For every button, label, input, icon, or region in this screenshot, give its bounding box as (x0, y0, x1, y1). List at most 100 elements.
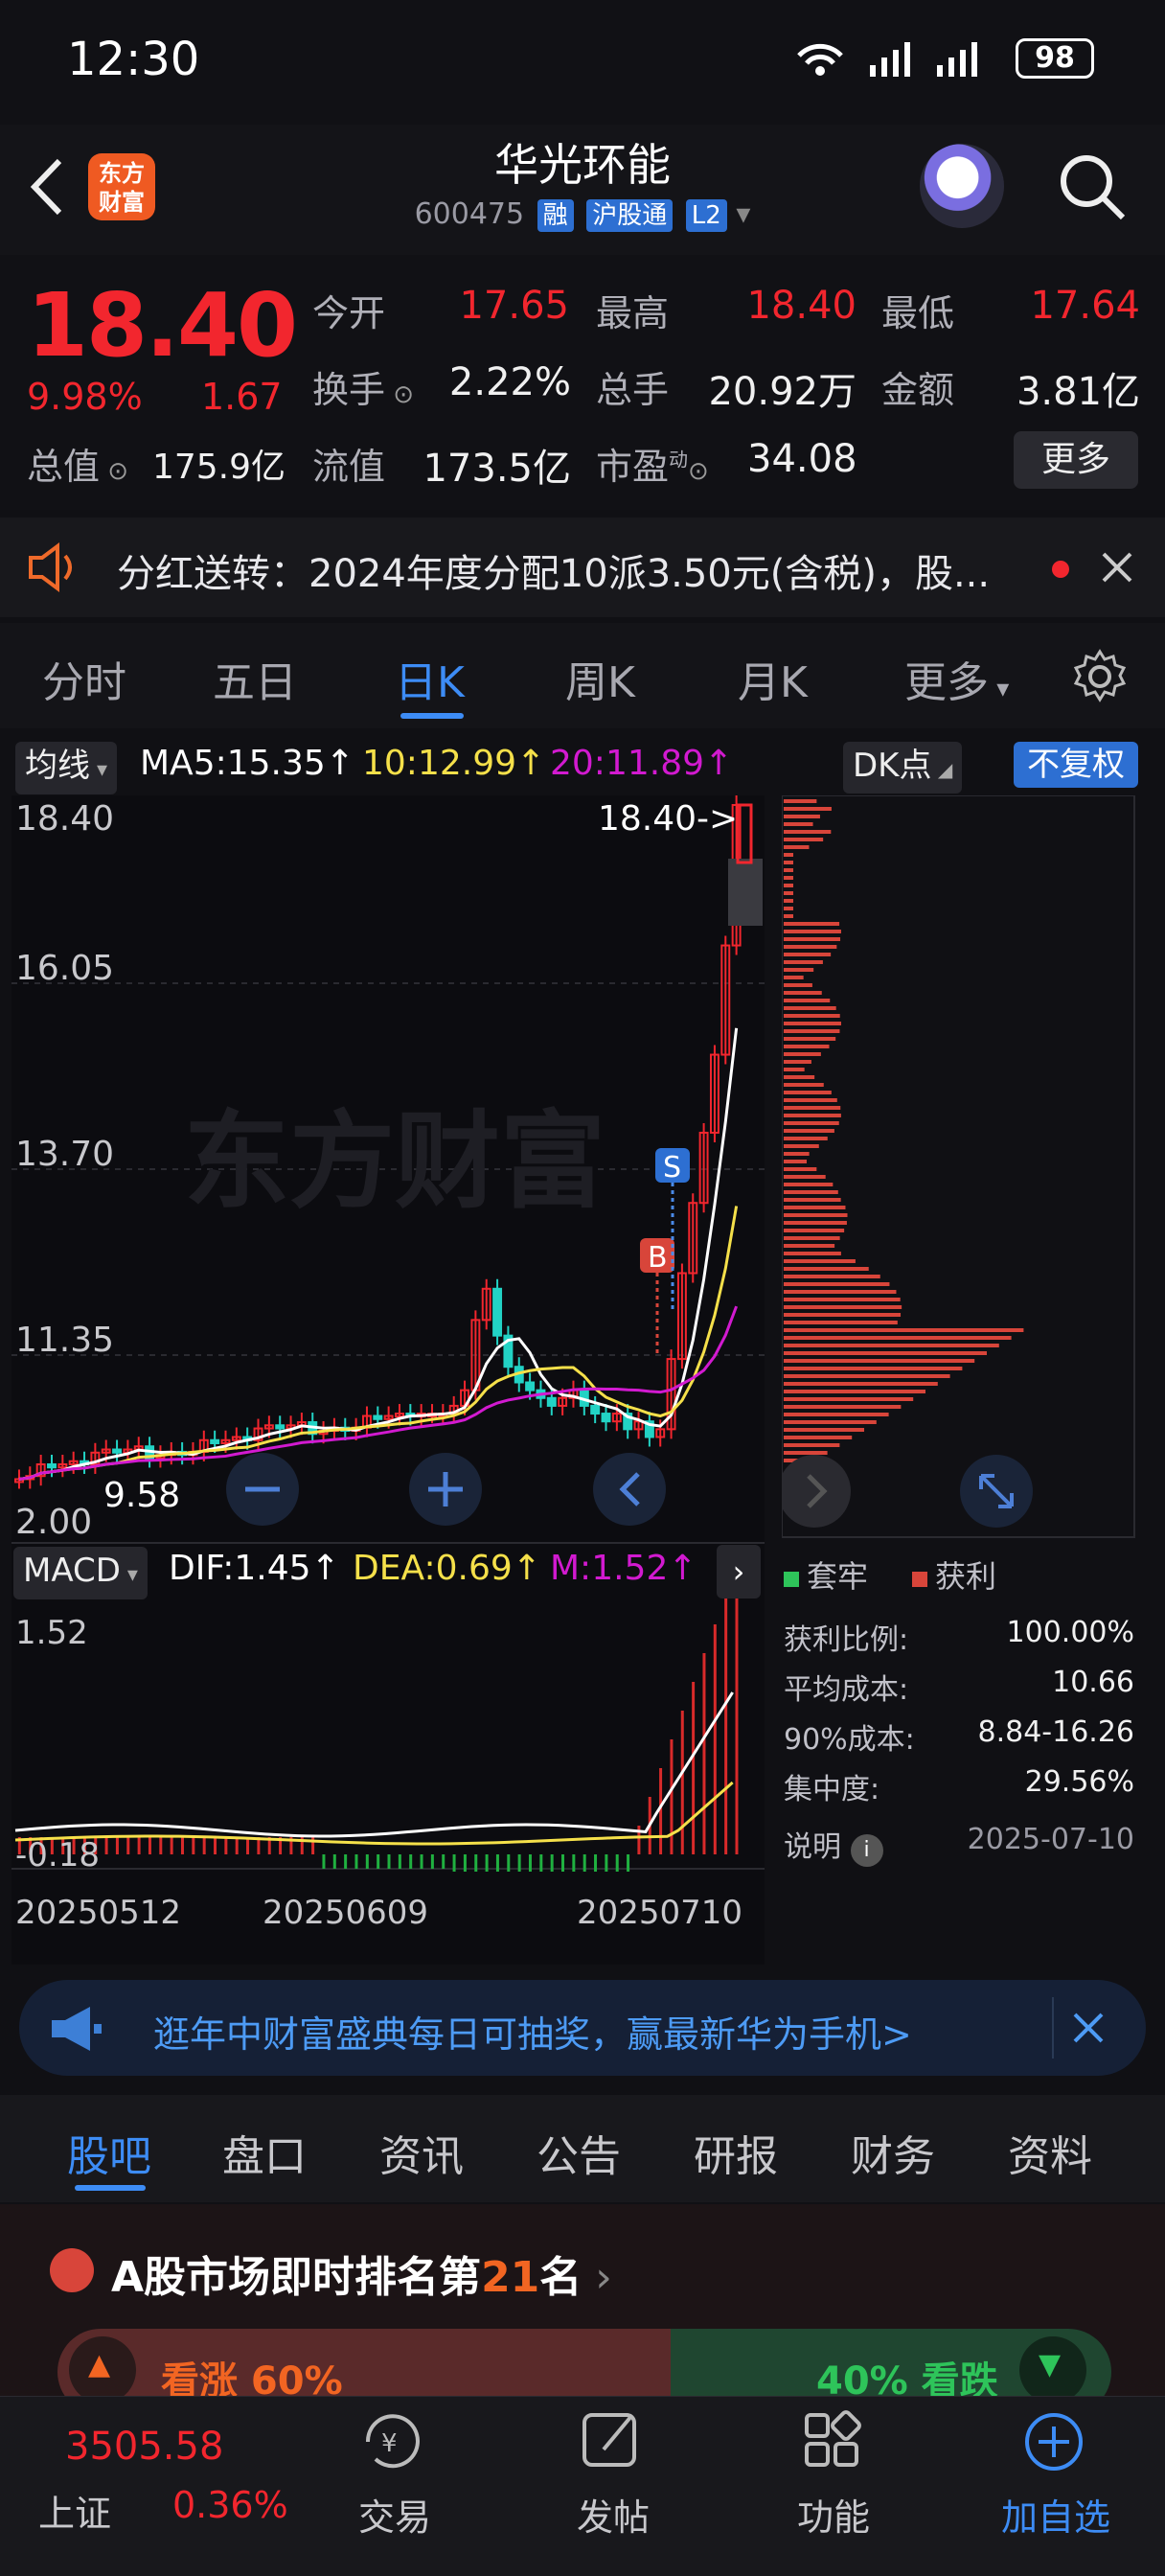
trade-icon[interactable]: ¥ (354, 2407, 431, 2474)
no-adjust-toggle[interactable]: 不复权 (1014, 742, 1138, 788)
tab-orderbook[interactable]: 盘口 (222, 2122, 307, 2183)
tab-financials[interactable]: 财务 (851, 2122, 935, 2183)
tab-news[interactable]: 资讯 (379, 2122, 464, 2183)
nav-functions[interactable]: 功能 (757, 2488, 910, 2541)
index-value[interactable]: 3505.58 (65, 2425, 223, 2469)
chip-distribution[interactable] (782, 795, 1136, 1539)
chip-bar (784, 1183, 834, 1186)
chip-expand-left-button (782, 1455, 851, 1528)
current-price-band (728, 859, 763, 926)
last-price-pointer: 18.40-> (598, 799, 739, 839)
tab-monthly-k[interactable]: 月K (738, 648, 808, 709)
legend-trapped: 套牢 (784, 1552, 868, 1597)
change-percent: 9.98% (27, 376, 143, 418)
rank-text[interactable]: A股市场即时排名第21名 › (111, 2242, 612, 2304)
chip-bar (784, 891, 793, 895)
chip-bar (784, 991, 822, 995)
chip-bar (784, 1106, 841, 1110)
chip-bar (784, 1359, 975, 1363)
chip-bar (784, 1267, 869, 1271)
chip-bar (784, 830, 832, 834)
sell-marker: S (663, 1151, 681, 1184)
functions-grid-icon[interactable] (795, 2407, 872, 2474)
kline-svg[interactable]: 东方财富 B S (11, 795, 765, 1965)
tab-weekly-k[interactable]: 周K (565, 648, 635, 709)
tag-l2: L2 (685, 199, 727, 232)
macd-next-button[interactable]: › (717, 1545, 761, 1598)
date-label-end: 20250710 (577, 1894, 743, 1932)
chip-bar (784, 1390, 925, 1393)
nav-trade[interactable]: 交易 (318, 2488, 471, 2541)
nav-post[interactable]: 发帖 (537, 2488, 690, 2541)
more-quote-button[interactable]: 更多 (1014, 431, 1138, 489)
arrow-up-icon: ▲ (88, 2348, 111, 2381)
candle-body (210, 1438, 220, 1445)
chip-bar (784, 1405, 902, 1409)
ma-selector[interactable]: 均线 ▾ (15, 742, 118, 794)
nav-add-watchlist[interactable]: 加自选 (979, 2488, 1132, 2541)
y-label-1: 18.40 (15, 799, 115, 839)
chip-bar (784, 1336, 1012, 1340)
last-price: 18.40 (27, 274, 298, 377)
candle-body (590, 1404, 601, 1415)
macd-bar (724, 1596, 728, 1854)
macd-bar (159, 1837, 163, 1854)
macd-bar (702, 1653, 706, 1854)
value-turnover: 2.22% (448, 360, 571, 404)
index-pct[interactable]: 0.36% (172, 2484, 288, 2526)
add-watchlist-icon[interactable] (1017, 2407, 1094, 2474)
tab-more[interactable]: 更多 ▾ (904, 648, 1009, 709)
ad-text[interactable]: 逛年中财富盛典每日可抽奖，赢最新华为手机> (153, 2005, 912, 2058)
tab-five-day[interactable]: 五日 (213, 648, 297, 709)
assistant-robot-icon[interactable] (920, 144, 1004, 228)
search-icon[interactable] (1054, 149, 1131, 225)
value-low: 17.64 (1030, 284, 1140, 328)
info-icon: i (850, 1834, 883, 1867)
tab-forum[interactable]: 股吧 (67, 2122, 151, 2183)
chip-bar (784, 1037, 836, 1041)
macd-bar (202, 1837, 206, 1854)
watermark: 东方财富 (184, 1100, 605, 1223)
dk-point-selector[interactable]: DK点 ◢ (843, 742, 963, 794)
chip-bar (784, 1198, 841, 1202)
label-turnover[interactable]: 换手 ⊙ (312, 360, 414, 413)
macd-bar (680, 1711, 684, 1854)
chip-bar (784, 807, 832, 811)
chip-bar (784, 1443, 840, 1447)
chip-bar (784, 1144, 819, 1148)
chip-bar (784, 1213, 848, 1217)
chip-bar (784, 861, 793, 864)
tab-announcements[interactable]: 公告 (537, 2122, 621, 2183)
macd-bar (235, 1837, 239, 1854)
chip-bar (784, 914, 793, 918)
ma20-value: 20:11.89↑ (550, 744, 734, 783)
label-market-cap[interactable]: 总值 ⊙ (27, 437, 128, 490)
chip-label-concentration: 集中度: (784, 1773, 880, 1806)
macd-selector[interactable]: MACD ▾ (13, 1547, 148, 1599)
chip-bar (784, 1328, 1024, 1332)
macd-bar (627, 1854, 630, 1872)
ad-close-icon[interactable] (1071, 2011, 1106, 2045)
macd-bar (517, 1854, 521, 1872)
macd-bar (387, 1854, 391, 1869)
label-pe[interactable]: 市盈动⊙ (596, 437, 709, 490)
label-open: 今开 (312, 292, 386, 334)
close-icon[interactable] (1100, 550, 1134, 585)
chip-explain-link[interactable]: 说明 i (784, 1823, 883, 1867)
index-name[interactable]: 上证 (38, 2484, 111, 2537)
chip-bar (784, 1083, 824, 1087)
tab-profile[interactable]: 资料 (1008, 2122, 1092, 2183)
chip-bar (784, 1275, 880, 1278)
tab-intraday[interactable]: 分时 (42, 648, 126, 709)
tab-daily-k[interactable]: 日K (395, 648, 465, 709)
candle-body (525, 1381, 536, 1392)
tab-underline (400, 713, 464, 719)
settings-gear-icon[interactable] (1071, 648, 1129, 705)
chip-bar (784, 930, 841, 933)
post-icon[interactable] (575, 2407, 651, 2474)
chip-bar (784, 1244, 835, 1248)
tab-research[interactable]: 研报 (694, 2122, 778, 2183)
notice-text[interactable]: 分红送转：2024年度分配10派3.50元(含税)，股... (117, 542, 998, 598)
chip-bar (784, 1420, 877, 1424)
macd-bar (409, 1854, 413, 1869)
